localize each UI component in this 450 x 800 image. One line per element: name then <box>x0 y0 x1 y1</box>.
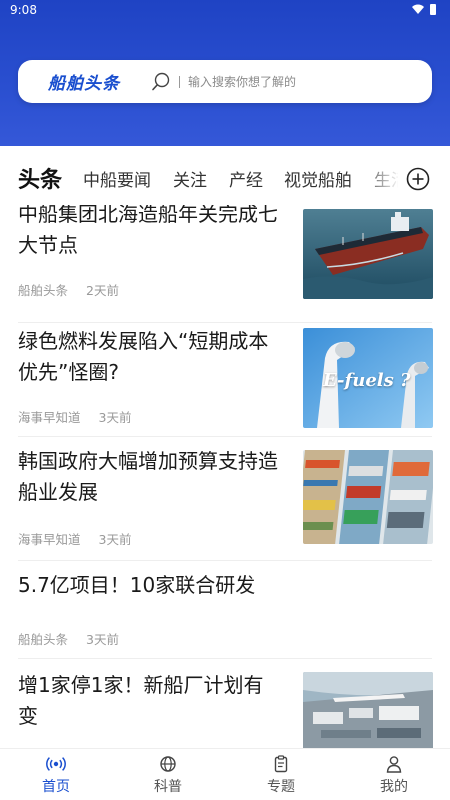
news-item[interactable]: 5.7亿项目！10家联合研发 船舶头条 3天前 <box>0 560 450 658</box>
search-icon <box>152 72 170 91</box>
news-time: 3天前 <box>98 410 132 425</box>
ship-photo <box>303 209 433 299</box>
clipboard-icon <box>274 755 288 773</box>
news-title: 中船集团北海造船年关完成七大节点 <box>18 205 278 257</box>
app-logo-text: 船舶头条 <box>48 74 120 94</box>
tab-fade <box>360 146 398 208</box>
globe-icon <box>160 756 176 772</box>
shipyard-collage <box>303 450 433 544</box>
news-meta: 船舶头条 2天前 <box>18 280 119 299</box>
nav-science-label: 科普 <box>154 779 182 795</box>
news-time: 3天前 <box>86 632 119 647</box>
bottom-nav: 首页 科普 专题 我的 <box>0 748 450 800</box>
tab-visual-ships[interactable]: 视觉船舶 <box>284 166 352 191</box>
news-item[interactable]: 绿色燃料发展陷入“短期成本优先”怪圈? 海事早知道 3天前 E-fuels ? <box>0 322 450 446</box>
category-tabs: 头条 中船要闻 关注 产经 视觉船舶 生活 <box>0 146 450 208</box>
news-meta: 船舶头条 3天前 <box>18 629 119 648</box>
status-time: 9:08 <box>10 3 37 17</box>
tab-headlines[interactable]: 头条 <box>18 162 62 194</box>
news-feed: 中船集团北海造船年关完成七大节点 船舶头条 2天前 绿色燃料发展陷入“短期成本优… <box>0 205 450 748</box>
search-separator <box>179 76 180 88</box>
search-input[interactable] <box>188 71 418 93</box>
news-title: 5.7亿项目！10家联合研发 <box>18 573 256 597</box>
e-fuels-label: E-fuels ? <box>323 370 411 391</box>
news-time: 3天前 <box>98 532 132 547</box>
search-bar[interactable]: 船舶头条 <box>18 60 432 103</box>
news-title: 绿色燃料发展陷入“短期成本优先”怪圈? <box>18 329 269 384</box>
e-fuels-illustration: E-fuels ? <box>303 328 433 428</box>
news-source: 海事早知道 <box>18 532 81 547</box>
shipyard-aerial <box>303 672 433 748</box>
news-item[interactable]: 增1家停1家！新船厂计划有变 <box>0 658 450 748</box>
news-time: 2天前 <box>86 283 119 298</box>
tab-strip: 头条 中船要闻 关注 产经 视觉船舶 生活 <box>0 146 398 208</box>
news-meta: 海事早知道 3天前 <box>18 407 131 426</box>
battery-icon <box>430 4 436 15</box>
radio-wave-icon <box>46 757 66 771</box>
nav-home[interactable]: 首页 <box>0 749 112 800</box>
nav-profile-label: 我的 <box>380 779 408 795</box>
status-bar: 9:08 <box>0 0 450 22</box>
news-title: 增1家停1家！新船厂计划有变 <box>18 673 264 728</box>
news-source: 船舶头条 <box>18 632 69 647</box>
add-tab-icon[interactable] <box>406 167 430 191</box>
tab-industry[interactable]: 产经 <box>229 166 263 191</box>
nav-topics-label: 专题 <box>267 779 295 795</box>
nav-topics[interactable]: 专题 <box>225 749 337 800</box>
tab-follow[interactable]: 关注 <box>173 166 207 191</box>
nav-profile[interactable]: 我的 <box>338 749 450 800</box>
news-meta: 海事早知道 3天前 <box>18 529 131 548</box>
nav-science[interactable]: 科普 <box>112 749 224 800</box>
news-source: 船舶头条 <box>18 283 69 298</box>
tab-csgc-news[interactable]: 中船要闻 <box>83 166 151 191</box>
wifi-icon <box>412 4 424 14</box>
person-icon <box>386 756 402 773</box>
nav-home-label: 首页 <box>42 779 70 795</box>
news-source: 海事早知道 <box>18 410 81 425</box>
news-title: 韩国政府大幅增加预算支持造船业发展 <box>18 449 278 504</box>
news-item[interactable]: 韩国政府大幅增加预算支持造船业发展 海事早知道 3天前 <box>0 436 450 560</box>
app-header: 9:08 船舶头条 <box>0 0 450 146</box>
news-item[interactable]: 中船集团北海造船年关完成七大节点 船舶头条 2天前 <box>0 205 450 317</box>
